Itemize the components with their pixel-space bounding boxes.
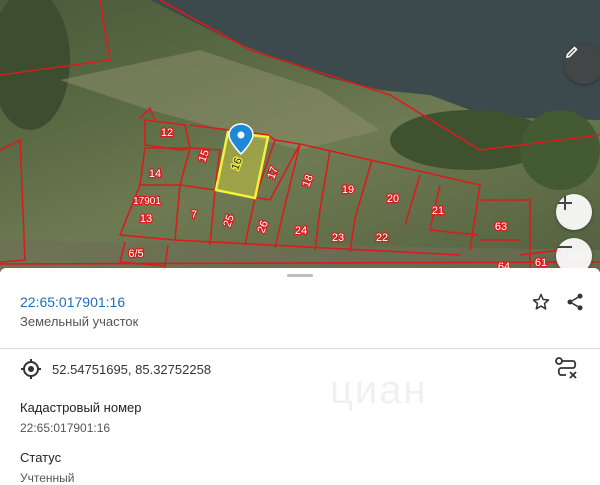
parcel-label[interactable]: 17901	[132, 195, 163, 209]
parcel-label[interactable]: 22	[375, 231, 390, 246]
share-icon[interactable]	[565, 292, 585, 317]
location-target-icon	[20, 358, 42, 385]
parcel-label[interactable]: 20	[386, 192, 401, 207]
edit-button[interactable]	[564, 44, 600, 84]
parcel-label[interactable]: 23	[331, 231, 346, 246]
divider	[0, 348, 600, 349]
parcel-label[interactable]: 24	[294, 224, 309, 239]
watermark: циан	[330, 368, 428, 412]
coordinates-text: 52.54751695, 85.32752258	[52, 362, 212, 377]
field-value: Учтенный	[20, 471, 75, 485]
parcel-label[interactable]: 18	[299, 172, 317, 190]
map-view[interactable]: 12 15 16 17 18 19 20 21 14 17901 13 7 25…	[0, 0, 600, 272]
zoom-in-button[interactable]	[556, 194, 592, 230]
parcel-label[interactable]: 63	[494, 220, 509, 235]
parcel-label[interactable]: 25	[220, 212, 238, 230]
field-label: Статус	[20, 450, 62, 465]
route-icon[interactable]	[554, 356, 580, 385]
parcel-label[interactable]: 17	[264, 164, 282, 182]
tree-area	[520, 110, 600, 190]
parcel-label[interactable]: 21	[431, 204, 446, 219]
parcel-label[interactable]: 12	[160, 126, 175, 141]
tree-area	[0, 0, 70, 130]
parcel-label[interactable]: 13	[139, 212, 154, 227]
parcel-label[interactable]: 14	[148, 167, 163, 182]
parcel-type: Земельный участок	[20, 314, 139, 329]
coordinates-row[interactable]: 52.54751695, 85.32752258	[0, 350, 600, 386]
field-value: 22:65:017901:16	[20, 421, 111, 435]
parcel-label[interactable]: 19	[341, 183, 356, 198]
parcel-label[interactable]: 7	[190, 208, 199, 223]
drag-handle[interactable]	[287, 274, 313, 277]
parcel-label[interactable]: 6/5	[127, 247, 145, 262]
parcel-label[interactable]: 26	[254, 218, 272, 236]
details-sheet[interactable]: 22:65:017901:16 Земельный участок 52.547…	[0, 268, 600, 485]
field-label: Кадастровый номер	[20, 400, 142, 415]
parcel-label[interactable]: 15	[195, 147, 213, 165]
map-canvas[interactable]: 12 15 16 17 18 19 20 21 14 17901 13 7 25…	[0, 0, 600, 272]
zoom-out-button[interactable]	[556, 238, 592, 272]
star-icon[interactable]	[531, 292, 551, 317]
parcel-title: 22:65:017901:16	[20, 294, 126, 310]
